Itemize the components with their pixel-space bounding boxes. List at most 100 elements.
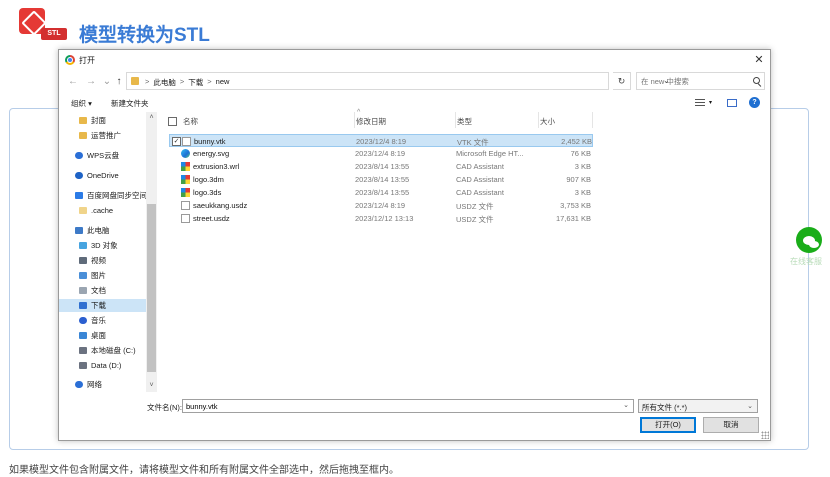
refresh-icon[interactable]: ↻ [613,72,631,90]
nav-item-3d-objects[interactable]: 3D 对象 [79,239,145,252]
file-name: energy.svg [193,149,230,158]
pictures-icon [79,272,87,279]
file-icon [181,201,190,210]
column-header-type[interactable]: 类型 [456,112,539,128]
file-type-filter[interactable]: 所有文件 (*.*) ⌄ [638,399,758,413]
nav-item-this-pc[interactable]: 此电脑 [75,224,145,237]
file-list: ^ 名称 修改日期 类型 大小 ✓ bunny.vtk 2023/12/4 8:… [159,109,771,392]
forward-arrow-icon[interactable]: → [85,75,97,89]
search-icon[interactable] [753,77,760,84]
scrollbar-thumb[interactable] [147,204,156,372]
breadcrumb-separator: > [179,77,185,86]
nav-item-network[interactable]: 网络 [75,378,145,391]
breadcrumb-item-this-pc[interactable]: 此电脑 [153,77,176,88]
nav-item-label: 网络 [87,380,102,389]
file-date: 2023/12/4 8:19 [356,137,407,146]
chevron-down-icon[interactable]: ⌄ [623,401,629,409]
file-size: 907 KB [566,175,591,184]
resize-grip-icon[interactable] [761,431,769,439]
file-row[interactable]: logo.3ds 2023/8/14 13:55 CAD Assistant 3… [169,186,593,199]
new-folder-button[interactable]: 新建文件夹 [111,98,149,109]
scroll-up-icon[interactable]: ˄ [146,113,157,123]
file-row[interactable]: logo.3dm 2023/8/14 13:55 CAD Assistant 9… [169,173,593,186]
3d-objects-icon [79,242,87,249]
cancel-button[interactable]: 取消 [703,417,759,433]
column-header-size[interactable]: 大小 [539,112,593,128]
file-name: logo.3dm [193,175,224,184]
filename-label: 文件名(N): [147,403,182,412]
view-options-icon[interactable] [695,99,705,107]
nav-item-label: OneDrive [87,171,119,180]
column-header-date[interactable]: 修改日期 [355,112,456,128]
open-file-dialog: 打开 ✕ ← → ⌄ ↑ > 此电脑 > 下载 > new ⌄ ↻ 组织 ▾ 新… [58,49,771,441]
file-size: 76 KB [570,149,591,158]
nav-item-baidu-sync[interactable]: 百度网盘同步空间 [75,189,147,202]
preview-pane-icon[interactable] [727,99,737,107]
select-all-checkbox[interactable] [168,117,177,126]
file-size: 3,753 KB [560,201,591,210]
navigation-pane: 封面 运营推广 WPS云盘 OneDrive 百度网盘同步空间 .cache 此… [59,112,157,392]
file-name: saeukkang.usdz [193,201,248,210]
nav-item-pictures[interactable]: 图片 [79,269,145,282]
nav-item-promotion[interactable]: 运营推广 [79,129,145,142]
file-size: 3 KB [574,188,591,197]
file-size: 2,452 KB [561,137,592,146]
search-input[interactable] [641,75,749,87]
dialog-title: 打开 [79,56,95,65]
nav-item-cache[interactable]: .cache [79,204,145,217]
file-icon [182,137,191,146]
up-arrow-icon[interactable]: ↑ [113,75,125,89]
nav-item-label: .cache [91,206,114,215]
back-arrow-icon[interactable]: ← [67,75,79,89]
file-row[interactable]: extrusion3.wrl 2023/8/14 13:55 CAD Assis… [169,160,593,173]
help-icon[interactable]: ? [749,97,760,108]
address-bar[interactable]: > 此电脑 > 下载 > new ⌄ [126,72,670,90]
nav-item-music[interactable]: 音乐 [79,314,145,327]
breadcrumb-item-new[interactable]: new [216,77,230,88]
row-checkbox[interactable]: ✓ [172,137,181,146]
breadcrumb-item-downloads[interactable]: 下载 [188,77,203,88]
recent-dropdown-icon[interactable]: ⌄ [101,75,113,89]
nav-item-onedrive[interactable]: OneDrive [75,169,145,182]
column-header-name[interactable]: 名称 [183,112,355,128]
file-row[interactable]: street.usdz 2023/12/12 13:13 USDZ 文件 17,… [169,212,593,225]
wechat-label[interactable]: 在线客服 [790,256,822,267]
organize-button[interactable]: 组织 ▾ [71,98,92,109]
nav-item-cover[interactable]: 封面 [79,114,145,127]
file-name: extrusion3.wrl [193,162,240,171]
nav-item-videos[interactable]: 视频 [79,254,145,267]
filename-field[interactable]: ⌄ [182,399,634,413]
page-title: 模型转换为STL [79,25,210,46]
nav-item-disk-c[interactable]: 本地磁盘 (C:) [79,344,145,357]
pc-icon [75,227,83,234]
file-date: 2023/12/4 8:19 [355,201,406,210]
file-size: 3 KB [574,162,591,171]
file-type: CAD Assistant [456,188,504,197]
view-dropdown-icon[interactable]: ▾ [709,99,712,106]
downloads-icon [79,302,87,309]
disk-icon [79,347,87,354]
nav-item-label: 文档 [91,286,106,295]
file-row[interactable]: saeukkang.usdz 2023/12/4 8:19 USDZ 文件 3,… [169,199,593,212]
scroll-down-icon[interactable]: ˅ [146,381,157,391]
dialog-titlebar[interactable]: 打开 ✕ [59,50,770,70]
chrome-icon [65,55,75,65]
nav-item-documents[interactable]: 文档 [79,284,145,297]
file-row[interactable]: energy.svg 2023/12/4 8:19 Microsoft Edge… [169,147,593,160]
nav-item-label: 桌面 [91,331,106,340]
stl-logo: STL [17,8,69,40]
open-button[interactable]: 打开(O) [640,417,696,433]
nav-item-downloads[interactable]: 下载 [59,299,146,312]
nav-item-disk-d[interactable]: Data (D:) [79,359,145,372]
filename-input[interactable] [183,400,603,412]
search-box[interactable] [636,72,765,90]
drop-hint: 如果模型文件包含附属文件，请将模型文件和所有附属文件全部选中，然后拖拽至框内。 [9,465,399,476]
file-row[interactable]: ✓ bunny.vtk 2023/12/4 8:19 VTK 文件 2,452 … [169,134,593,147]
file-type: CAD Assistant [456,175,504,184]
chevron-down-icon[interactable]: ⌄ [747,402,753,410]
close-button[interactable]: ✕ [751,52,767,68]
nav-scrollbar[interactable]: ˄ ˅ [146,112,157,392]
nav-item-desktop[interactable]: 桌面 [79,329,145,342]
wechat-icon[interactable] [796,227,822,253]
nav-item-wps-cloud[interactable]: WPS云盘 [75,149,145,162]
